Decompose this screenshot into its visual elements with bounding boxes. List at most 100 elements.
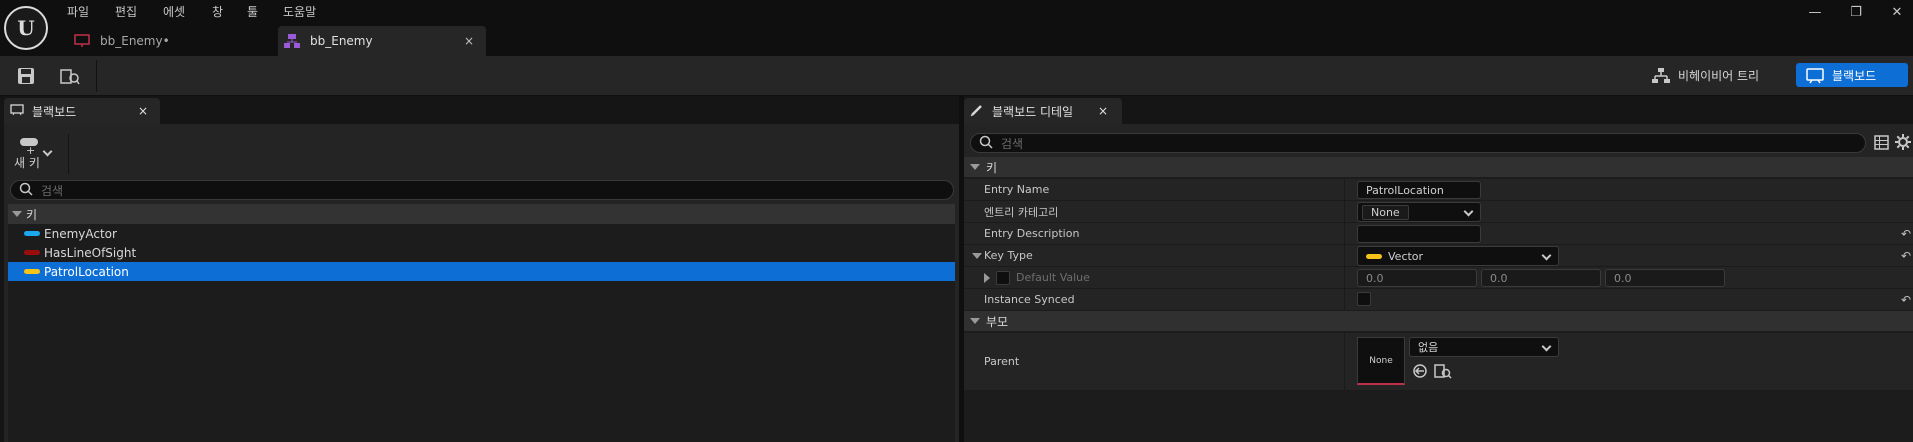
browse-icon[interactable] xyxy=(58,64,82,88)
behavior-tree-mode-button[interactable]: 비헤이비어 트리 xyxy=(1642,63,1769,87)
search-placeholder: 검색 xyxy=(1001,136,1024,151)
browse-asset-icon[interactable] xyxy=(1434,363,1452,382)
tab-blackboard-label: 블랙보드 xyxy=(32,104,77,119)
property-grid: 키 Entry Name PatrolLocation 엔트리 카테고리 Non… xyxy=(964,157,1913,442)
new-key-button[interactable]: + 새 키 xyxy=(10,134,64,176)
column-divider xyxy=(1344,289,1345,310)
close-window-button[interactable]: ✕ xyxy=(1886,2,1908,22)
vector-type-pill-icon xyxy=(1366,253,1382,259)
parent-label: Parent xyxy=(984,355,1020,368)
menu-edit[interactable]: 편집 xyxy=(115,3,137,21)
default-value-y-field[interactable]: 0.0 xyxy=(1481,269,1601,287)
key-section-header[interactable]: 키 xyxy=(964,157,1913,177)
blackboard-panel: + 새 키 검색 키 EnemyActor HasLineOfSight Pat… xyxy=(4,124,959,442)
parent-asset-combo[interactable]: 없음 xyxy=(1409,337,1559,357)
entry-category-row: 엔트리 카테고리 None xyxy=(964,201,1913,223)
keys-section-header[interactable]: 키 xyxy=(8,204,955,224)
menu-file[interactable]: 파일 xyxy=(67,3,89,21)
behavior-tree-icon xyxy=(1652,68,1670,83)
instance-synced-row: Instance Synced ↶ xyxy=(964,289,1913,311)
behavior-tree-mode-label: 비헤이비어 트리 xyxy=(1678,68,1760,83)
column-divider xyxy=(1344,223,1345,244)
default-value-z-field[interactable]: 0.0 xyxy=(1605,269,1725,287)
key-name: PatrolLocation xyxy=(44,264,129,279)
column-divider xyxy=(1344,179,1345,200)
instance-synced-checkbox[interactable] xyxy=(1357,292,1371,306)
chevron-down-icon xyxy=(1541,341,1552,352)
expand-arrow-icon xyxy=(12,211,22,217)
unreal-logo-icon[interactable]: U xyxy=(4,6,48,50)
details-search-input[interactable]: 검색 xyxy=(970,133,1866,153)
behavior-tree-icon xyxy=(74,34,90,48)
reset-to-default-icon[interactable]: ↶ xyxy=(1901,293,1911,307)
entry-name-field[interactable]: PatrolLocation xyxy=(1357,181,1481,199)
blackboard-icon xyxy=(1806,68,1824,84)
menu-window[interactable]: 창 xyxy=(212,3,223,21)
expand-arrow-icon[interactable] xyxy=(984,272,990,283)
blackboard-icon xyxy=(10,103,24,119)
list-item-key-has-line-of-sight[interactable]: HasLineOfSight xyxy=(8,243,955,262)
doc-tab-blackboard[interactable]: bb_Enemy × xyxy=(278,26,486,56)
menu-tools[interactable]: 툴 xyxy=(247,3,258,21)
close-tab-icon[interactable]: × xyxy=(1098,104,1108,118)
minimize-button[interactable]: — xyxy=(1804,2,1826,22)
vector-type-pill-icon xyxy=(24,269,40,274)
key-type-combo[interactable]: Vector xyxy=(1357,246,1559,266)
list-item-key-enemy-actor[interactable]: EnemyActor xyxy=(8,224,955,243)
parent-asset-thumbnail[interactable]: None xyxy=(1357,337,1405,385)
column-divider xyxy=(1344,267,1345,288)
expand-arrow-icon[interactable] xyxy=(972,252,982,259)
toolbar xyxy=(0,56,1913,96)
details-panel: 검색 키 Entry Name PatrolLocation 엔트리 카테고리 xyxy=(964,124,1913,442)
blackboard-mode-button[interactable]: 블랙보드 xyxy=(1796,63,1908,87)
reset-to-default-icon[interactable]: ↶ xyxy=(1901,249,1911,263)
tab-blackboard[interactable]: 블랙보드 × xyxy=(4,98,160,124)
expand-arrow-icon xyxy=(970,318,980,324)
blackboard-mode-label: 블랙보드 xyxy=(1832,68,1877,83)
close-tab-icon[interactable]: × xyxy=(138,104,148,118)
chevron-down-icon xyxy=(1463,206,1474,217)
entry-category-label: 엔트리 카테고리 xyxy=(984,205,1059,219)
column-divider xyxy=(1344,245,1345,266)
save-icon[interactable] xyxy=(14,64,38,88)
key-name: EnemyActor xyxy=(44,226,117,241)
entry-category-value[interactable]: None xyxy=(1362,204,1409,220)
settings-gear-icon[interactable] xyxy=(1895,134,1911,153)
table-view-icon[interactable] xyxy=(1874,135,1889,153)
menu-help[interactable]: 도움말 xyxy=(283,3,316,21)
entry-name-row: Entry Name PatrolLocation xyxy=(964,179,1913,201)
doc-tab-label: bb_Enemy xyxy=(310,34,373,48)
tab-blackboard-details[interactable]: 블랙보드 디테일 × xyxy=(964,98,1122,124)
search-icon xyxy=(979,135,995,151)
entry-description-label: Entry Description xyxy=(984,227,1080,240)
menu-asset[interactable]: 에셋 xyxy=(163,3,185,21)
pencil-icon xyxy=(970,103,984,120)
doc-tab-behavior-tree[interactable]: bb_Enemy• xyxy=(68,26,278,56)
tab-blackboard-details-label: 블랙보드 디테일 xyxy=(992,104,1074,119)
section-label: 키 xyxy=(26,207,38,222)
use-selected-arrow-icon[interactable] xyxy=(1412,363,1428,382)
entry-category-combo[interactable]: None xyxy=(1357,202,1481,222)
divider xyxy=(68,134,69,174)
restore-button[interactable]: ❐ xyxy=(1845,2,1867,22)
bool-type-pill-icon xyxy=(24,250,40,255)
list-item-key-patrol-location[interactable]: PatrolLocation xyxy=(8,262,955,281)
default-value-row: Default Value 0.0 0.0 0.0 xyxy=(964,267,1913,289)
entry-description-field[interactable] xyxy=(1357,225,1481,243)
chevron-down-icon xyxy=(42,146,53,157)
key-type-row: Key Type Vector ↶ xyxy=(964,245,1913,267)
parent-value: 없음 xyxy=(1418,341,1439,354)
close-tab-icon[interactable]: × xyxy=(464,34,474,48)
column-divider xyxy=(1344,333,1345,390)
reset-to-default-icon[interactable]: ↶ xyxy=(1901,227,1911,241)
section-key-label: 키 xyxy=(986,160,998,175)
instance-synced-label: Instance Synced xyxy=(984,293,1075,306)
parent-row: Parent None 없음 xyxy=(964,333,1913,391)
default-value-label: Default Value xyxy=(1016,271,1090,284)
parent-section-header[interactable]: 부모 xyxy=(964,311,1913,331)
keys-search-input[interactable]: 검색 xyxy=(10,180,954,200)
blackboard-icon xyxy=(284,34,300,48)
default-value-checkbox[interactable] xyxy=(996,270,1010,285)
search-placeholder: 검색 xyxy=(41,183,64,198)
default-value-x-field[interactable]: 0.0 xyxy=(1357,269,1477,287)
